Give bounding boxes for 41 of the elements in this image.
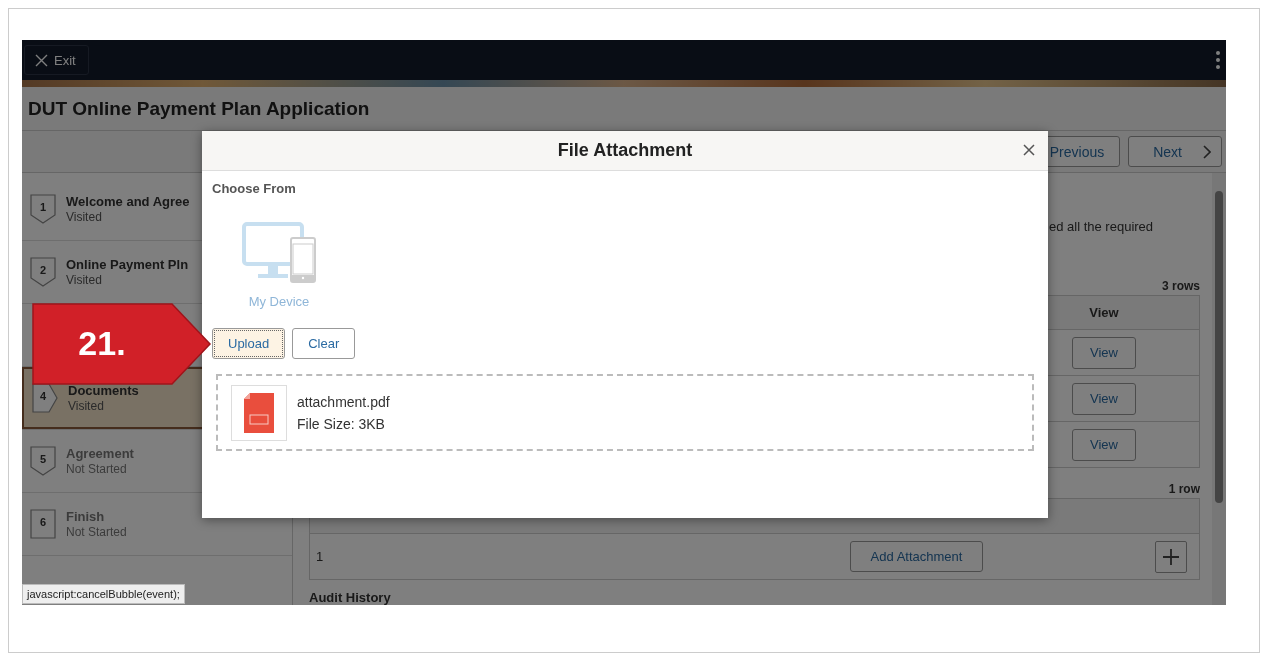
scrollbar[interactable] [1212, 173, 1226, 605]
view-button[interactable]: View [1072, 336, 1136, 369]
file-size: File Size: 3KB [297, 414, 386, 434]
step-number-badge: 1 [30, 194, 56, 224]
add-row-button[interactable] [1155, 540, 1187, 573]
dialog-button[interactable]: Clear [292, 328, 356, 359]
row-count: 3 rows [1161, 279, 1200, 293]
step-number-badge: 6 [30, 509, 56, 539]
step-number-badge: 2 [30, 257, 56, 287]
add-attachment-button[interactable]: Add Attachment [850, 541, 983, 572]
row-number: 1 [315, 549, 325, 564]
section-heading: Audit History [309, 590, 392, 605]
instruction-text: ed all the required [1048, 219, 1155, 234]
step-title: Online Payment Pln [66, 256, 189, 273]
step-number-badge: 5 [30, 446, 56, 476]
exit-button[interactable]: Exit [24, 45, 89, 75]
step-status: Visited [66, 273, 103, 288]
dialog-button[interactable]: Upload [212, 328, 286, 359]
status-link-tooltip: javascript:cancelBubble(event); [22, 584, 185, 604]
file-name: attachment.pdf [297, 392, 390, 412]
step-status: Not Started [66, 462, 128, 477]
row-count: 1 row [1167, 482, 1200, 496]
more-options-icon[interactable] [1216, 50, 1220, 70]
plus-icon [1162, 547, 1180, 566]
step-title: Finish [66, 508, 106, 525]
view-button[interactable]: View [1072, 382, 1136, 415]
step-title: Documents [68, 382, 139, 399]
step-status: Visited [68, 399, 105, 414]
pdf-file-icon [244, 392, 274, 433]
next-button[interactable]: Next [1128, 136, 1222, 167]
page-title: DUT Online Payment Plan Application [28, 97, 370, 120]
chevron-right-icon [1202, 144, 1211, 159]
step-status: Visited [66, 210, 103, 225]
step-title: Agreement [66, 445, 134, 462]
column-header: View [1088, 305, 1120, 320]
view-button[interactable]: View [1072, 428, 1136, 461]
step-status: Not Started [66, 525, 127, 540]
dialog-title: File Attachment [557, 140, 693, 161]
step-title: Welcome and Agree [66, 193, 190, 210]
step-number-badge: 4 [32, 383, 58, 413]
close-icon [35, 53, 48, 67]
